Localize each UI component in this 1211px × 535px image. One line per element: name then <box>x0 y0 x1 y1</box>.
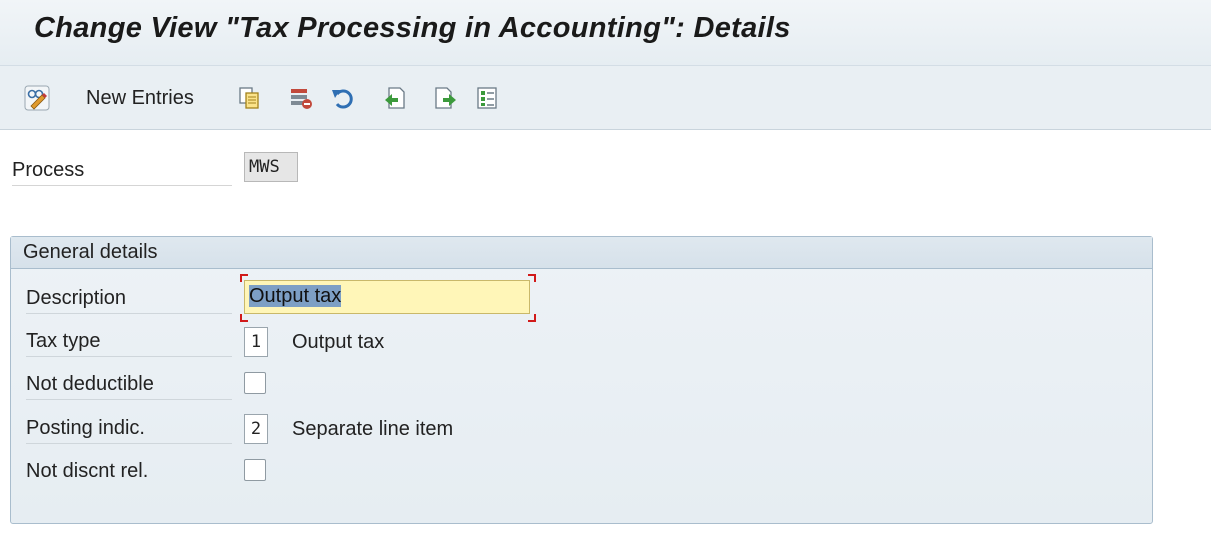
focus-marker <box>240 314 248 322</box>
process-label: Process <box>12 158 232 186</box>
focus-marker <box>240 274 248 282</box>
previous-entry-button[interactable] <box>382 84 408 112</box>
next-entry-icon <box>435 87 456 109</box>
description-input[interactable]: Output tax <box>244 280 530 314</box>
not-deductible-checkbox[interactable] <box>244 372 266 394</box>
description-value: Output tax <box>249 285 342 307</box>
undo-button[interactable] <box>330 84 356 112</box>
tax-type-label: Tax type <box>26 327 232 357</box>
tax-type-field[interactable]: 1 <box>244 327 268 357</box>
new-entries-button[interactable]: New Entries <box>86 87 194 110</box>
focus-marker <box>528 274 536 282</box>
title-bar: Change View "Tax Processing in Accountin… <box>0 0 1211 66</box>
posting-indic-label: Posting indic. <box>26 414 232 444</box>
undo-icon <box>332 89 353 109</box>
posting-indic-field[interactable]: 2 <box>244 414 268 444</box>
display-change-icon <box>24 85 50 111</box>
previous-entry-icon <box>385 87 405 109</box>
delete-icon <box>291 89 312 109</box>
application-toolbar: New Entries <box>0 66 1211 130</box>
not-deductible-label: Not deductible <box>26 370 232 400</box>
not-discnt-rel-label: Not discnt rel. <box>26 460 149 482</box>
description-label: Description <box>26 284 232 314</box>
select-all-icon <box>477 87 497 109</box>
focus-marker <box>528 314 536 322</box>
tax-type-text: Output tax <box>292 331 385 353</box>
delete-button[interactable] <box>288 84 314 112</box>
general-details-header: General details <box>11 237 1152 269</box>
copy-icon <box>239 87 259 109</box>
not-discnt-rel-checkbox[interactable] <box>244 459 266 481</box>
display-change-button[interactable] <box>24 84 50 112</box>
copy-button[interactable] <box>236 84 262 112</box>
process-field: MWS <box>244 152 298 182</box>
select-all-button[interactable] <box>474 84 500 112</box>
page-title: Change View "Tax Processing in Accountin… <box>34 12 791 44</box>
next-entry-button[interactable] <box>432 84 458 112</box>
posting-indic-text: Separate line item <box>292 418 454 440</box>
